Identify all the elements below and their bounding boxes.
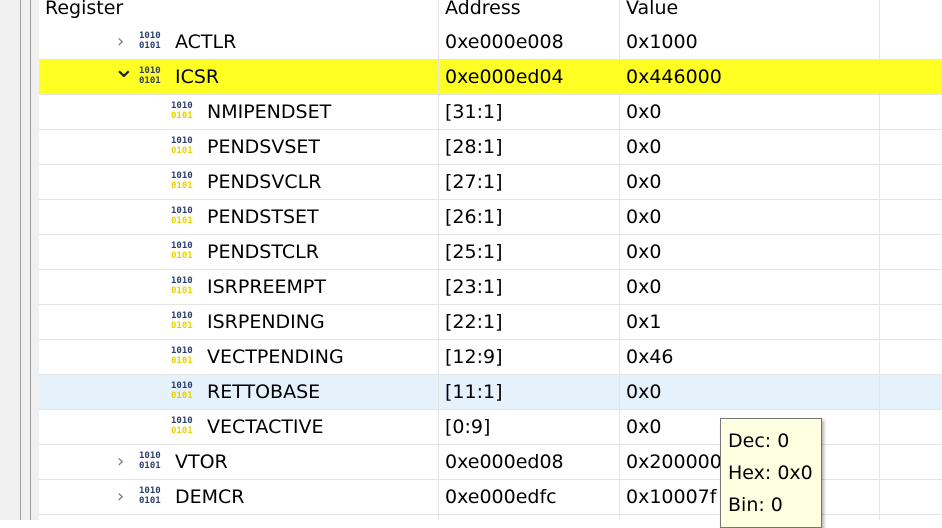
register-value[interactable]: 0x0 [626,375,661,409]
column-header-value[interactable]: Value [626,0,678,22]
tooltip-hex: Hex: 0x0 [728,462,813,484]
register-value[interactable]: 0x0 [626,200,661,234]
chevron-right-icon[interactable]: › [117,480,124,514]
bitfield-icon: 1010 0101 [171,206,193,226]
register-address: [27:1] [445,171,503,193]
register-address: [0:9] [445,416,491,438]
register-address: [23:1] [445,276,503,298]
register-value[interactable]: 0x1000 [626,25,698,59]
register-address: [31:1] [445,101,503,123]
register-name: VTOR [175,451,228,473]
table-row[interactable]: 1010 0101 PENDSVCLR [27:1] 0x0 [39,165,942,200]
register-icon: 1010 0101 [139,31,161,51]
register-name: PENDSTSET [207,206,319,228]
table-row[interactable]: 1010 0101 NMIPENDSET [31:1] 0x0 [39,95,942,130]
register-name: ACTLR [175,31,237,53]
table-row[interactable]: › 1010 0101 ACTLR 0xe000e008 0x1000 [39,25,942,60]
chevron-right-icon[interactable]: › [117,445,124,479]
register-name: PENDSVSET [207,136,321,158]
register-name: VECTPENDING [207,346,344,368]
register-value[interactable]: 0x46 [626,340,674,374]
divider [30,0,31,520]
bitfield-icon: 1010 0101 [171,276,193,296]
register-address: [28:1] [445,136,503,158]
register-icon: 1010 0101 [139,451,161,471]
column-header-register[interactable]: Register [45,0,123,22]
register-value[interactable]: 0x0 [626,165,661,199]
register-value[interactable]: 0x0 [626,235,661,269]
register-value[interactable]: 0x0 [626,95,661,129]
register-address: 0xe000e008 [445,31,564,53]
register-value[interactable]: 0x1 [626,305,661,339]
tooltip-bin: Bin: 0 [728,494,783,516]
register-name: PENDSVCLR [207,171,322,193]
bitfield-icon: 1010 0101 [171,381,193,401]
bitfield-icon: 1010 0101 [171,101,193,121]
register-name: NMIPENDSET [207,101,332,123]
bitfield-icon: 1010 0101 [171,171,193,191]
register-name: DEMCR [175,486,245,508]
register-address: [11:1] [445,381,503,403]
register-address: [12:9] [445,346,503,368]
register-icon: 1010 0101 [139,66,161,86]
bitfield-icon: 1010 0101 [171,311,193,331]
divider [20,0,21,520]
table-row[interactable]: 1010 0101 PENDSVSET [28:1] 0x0 [39,130,942,165]
register-address: 0xe000edfc [445,486,557,508]
register-address: [22:1] [445,311,503,333]
bitfield-icon: 1010 0101 [171,136,193,156]
register-value[interactable]: 0x10007f [626,480,716,514]
table-row[interactable]: 1010 0101 PENDSTSET [26:1] 0x0 [39,200,942,235]
register-name: VECTACTIVE [207,416,324,438]
register-value[interactable]: 0x0 [626,410,661,444]
register-value[interactable]: 0x0 [626,130,661,164]
left-gutter [0,0,39,520]
register-name: ICSR [175,66,220,88]
bitfield-icon: 1010 0101 [171,241,193,261]
register-address: 0xe000ed08 [445,451,564,473]
register-value[interactable]: 0x0 [626,270,661,304]
register-name: ISRPREEMPT [207,276,326,298]
register-name: RETTOBASE [207,381,321,403]
table-row[interactable]: ⌄ 1010 0101 ICSR 0xe000ed04 0x446000 [39,54,942,95]
column-header-address[interactable]: Address [445,0,521,22]
table-row[interactable]: 1010 0101 ISRPREEMPT [23:1] 0x0 [39,270,942,305]
tooltip-dec: Dec: 0 [728,430,790,452]
register-address: [25:1] [445,241,503,263]
register-name: PENDSTCLR [207,241,319,263]
table-row[interactable]: 1010 0101 ISRPENDING [22:1] 0x1 [39,305,942,340]
bitfield-icon: 1010 0101 [171,416,193,436]
register-address: 0xe000ed04 [445,66,564,88]
table-row[interactable]: 1010 0101 VECTPENDING [12:9] 0x46 [39,340,942,375]
register-value[interactable]: 0x446000 [626,60,722,94]
register-name: ISRPENDING [207,311,325,333]
table-row[interactable]: 1010 0101 PENDSTCLR [25:1] 0x0 [39,235,942,270]
register-address: [26:1] [445,206,503,228]
bitfield-icon: 1010 0101 [171,346,193,366]
column-divider [619,0,620,520]
value-tooltip: Dec: 0 Hex: 0x0 Bin: 0 [720,418,822,528]
table-header: Register Address Value [39,0,942,25]
column-divider [438,0,439,520]
register-icon: 1010 0101 [139,486,161,506]
column-divider [879,0,880,520]
table-row[interactable]: 1010 0101 RETTOBASE [11:1] 0x0 [39,375,942,410]
chevron-down-icon[interactable]: ⌄ [113,52,135,86]
